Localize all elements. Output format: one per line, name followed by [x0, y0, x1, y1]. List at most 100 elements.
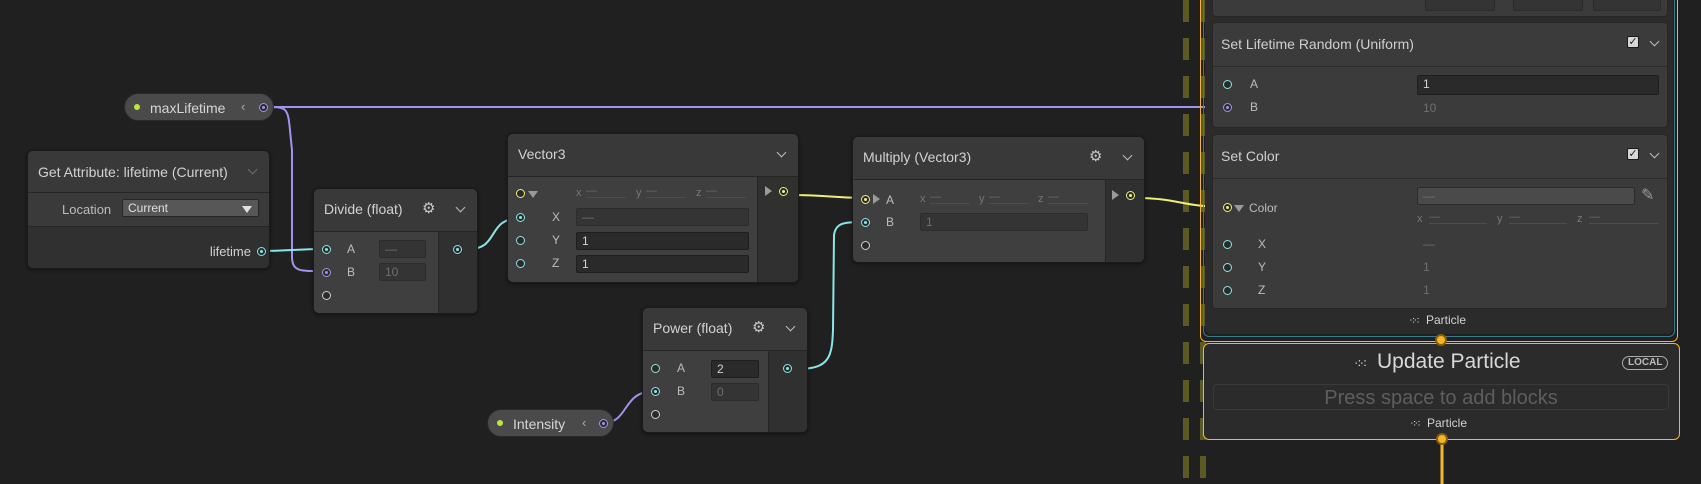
input-port-x[interactable]	[1223, 240, 1232, 249]
location-value: Current	[128, 201, 169, 215]
input-a-field[interactable]: 2	[711, 360, 759, 378]
node-header[interactable]: Vector3	[508, 134, 798, 177]
node-header[interactable]: Divide (float) ⚙	[314, 189, 477, 232]
expand-arrow-icon[interactable]	[1112, 190, 1119, 200]
y-label: Y	[1258, 260, 1267, 274]
x-sub-field[interactable]: —	[930, 191, 970, 204]
x-sub-label: x	[1417, 213, 1423, 225]
x-sub-field[interactable]: —	[586, 185, 626, 198]
input-port-b[interactable]	[651, 387, 660, 396]
expand-arrow-icon[interactable]	[1234, 205, 1244, 212]
block-set-lifetime-random[interactable]: Set Lifetime Random (Uniform) ✓ A 1 B 10	[1212, 22, 1668, 128]
block-enabled-checkbox[interactable]: ✓	[1627, 148, 1639, 160]
input-port-extra[interactable]	[651, 410, 660, 419]
eyedropper-icon[interactable]: ✎	[1641, 185, 1654, 205]
input-a-field[interactable]: —	[379, 240, 426, 258]
input-port-b[interactable]	[861, 218, 870, 227]
chevron-down-icon[interactable]	[785, 321, 796, 332]
local-badge[interactable]: LOCAL	[1622, 356, 1669, 370]
parameter-intensity[interactable]: Intensity ‹	[487, 409, 614, 437]
node-header[interactable]: Power (float) ⚙	[643, 308, 807, 351]
gear-icon[interactable]: ⚙	[422, 201, 435, 216]
parameter-output-port[interactable]	[259, 103, 268, 112]
output-port-lifetime[interactable]	[257, 247, 266, 256]
input-port-z[interactable]	[1223, 286, 1232, 295]
partial-field-2[interactable]	[1513, 0, 1583, 11]
input-b-field[interactable]: 0	[711, 383, 759, 401]
node-vector3[interactable]: Vector3 x — y — z — X — Y 1 Z 1	[507, 133, 799, 283]
input-a-field[interactable]: 1	[1417, 75, 1659, 95]
node-multiply-vector3[interactable]: Multiply (Vector3) ⚙ A x — y — z — B 1	[852, 136, 1145, 263]
y-field[interactable]: 1	[576, 232, 749, 250]
input-port-extra[interactable]	[322, 291, 331, 300]
y-sub-field[interactable]: —	[646, 185, 686, 198]
partial-field-1[interactable]	[1425, 0, 1495, 11]
z-sub-field[interactable]: —	[1589, 211, 1659, 224]
node-inputs: x — y — z — X — Y 1 Z 1	[508, 177, 798, 282]
parameter-maxlifetime[interactable]: maxLifetime ‹	[124, 93, 274, 121]
location-dropdown[interactable]: Current	[122, 199, 259, 217]
expand-arrow-icon[interactable]	[765, 186, 772, 196]
particle-icon: ⁖⁖	[1409, 315, 1420, 327]
y-sub-field[interactable]: —	[989, 191, 1029, 204]
gear-icon[interactable]: ⚙	[752, 320, 765, 335]
z-field[interactable]: 1	[1417, 281, 1659, 299]
x-sub-field[interactable]: —	[1429, 211, 1487, 224]
node-header[interactable]: Multiply (Vector3) ⚙	[853, 137, 1144, 180]
output-port[interactable]	[453, 245, 462, 254]
z-field[interactable]: 1	[576, 255, 749, 273]
x-field[interactable]: —	[1417, 235, 1659, 253]
input-b-field[interactable]: 10	[1417, 99, 1659, 117]
input-port-y[interactable]	[516, 236, 525, 245]
output-port[interactable]	[779, 187, 788, 196]
input-port-a[interactable]	[322, 245, 331, 254]
flow-output-port[interactable]	[1435, 334, 1447, 346]
input-port-z[interactable]	[516, 259, 525, 268]
input-port-y[interactable]	[1223, 263, 1232, 272]
partial-field-3[interactable]	[1593, 0, 1661, 11]
output-port[interactable]	[1126, 191, 1135, 200]
node-divide-float[interactable]: Divide (float) ⚙ A — B 10	[313, 188, 478, 314]
z-sub-field[interactable]: —	[706, 185, 746, 198]
add-block-area[interactable]: Press space to add blocks	[1213, 384, 1669, 410]
output-port[interactable]	[783, 364, 792, 373]
block-set-color[interactable]: Set Color ✓ Color — ✎ x — y — z — X — Y …	[1212, 134, 1668, 309]
block-enabled-checkbox[interactable]: ✓	[1627, 36, 1639, 48]
chevron-down-icon[interactable]	[1649, 148, 1660, 159]
chevron-down-icon[interactable]	[1122, 150, 1133, 161]
input-b-label: B	[347, 265, 356, 279]
chevron-down-icon[interactable]	[455, 202, 466, 213]
input-port-a[interactable]	[861, 195, 870, 204]
z-sub-field[interactable]: —	[1048, 191, 1088, 204]
node-header[interactable]: Get Attribute: lifetime (Current)	[28, 151, 269, 193]
z-sub-label: z	[1038, 193, 1044, 205]
input-port-b[interactable]	[322, 268, 331, 277]
expand-arrow-icon[interactable]	[873, 194, 880, 204]
input-port-x[interactable]	[516, 213, 525, 222]
input-port-a[interactable]	[1223, 80, 1232, 89]
expand-arrow-icon[interactable]	[528, 191, 538, 198]
block-partial-top[interactable]	[1212, 0, 1668, 17]
parameter-output-port[interactable]	[599, 419, 608, 428]
y-sub-field[interactable]: —	[1509, 211, 1567, 224]
chevron-down-icon[interactable]	[247, 164, 258, 175]
input-port-a[interactable]	[651, 364, 660, 373]
flow-output-port[interactable]	[1436, 433, 1448, 445]
gear-icon[interactable]: ⚙	[1089, 149, 1102, 164]
chevron-down-icon[interactable]	[1649, 36, 1660, 47]
node-power-float[interactable]: Power (float) ⚙ A 2 B 0	[642, 307, 808, 433]
input-b-field[interactable]: 10	[379, 263, 426, 281]
chevron-down-icon[interactable]	[776, 147, 787, 158]
input-port-extra[interactable]	[861, 241, 870, 250]
collapse-arrow-icon[interactable]: ‹	[241, 99, 245, 114]
collapse-arrow-icon[interactable]: ‹	[582, 415, 586, 430]
node-get-attribute-lifetime[interactable]: Get Attribute: lifetime (Current) Locati…	[27, 150, 270, 269]
y-field[interactable]: 1	[1417, 258, 1659, 276]
input-b-field[interactable]: 1	[920, 213, 1088, 231]
input-port-color[interactable]	[1223, 203, 1232, 212]
input-port-b[interactable]	[1223, 103, 1232, 112]
input-port-vector[interactable]	[516, 189, 525, 198]
x-field[interactable]: —	[576, 208, 749, 226]
context-update-particle[interactable]: ⁖⁖ Update Particle LOCAL Press space to …	[1203, 343, 1680, 440]
color-field[interactable]: —	[1417, 187, 1635, 205]
